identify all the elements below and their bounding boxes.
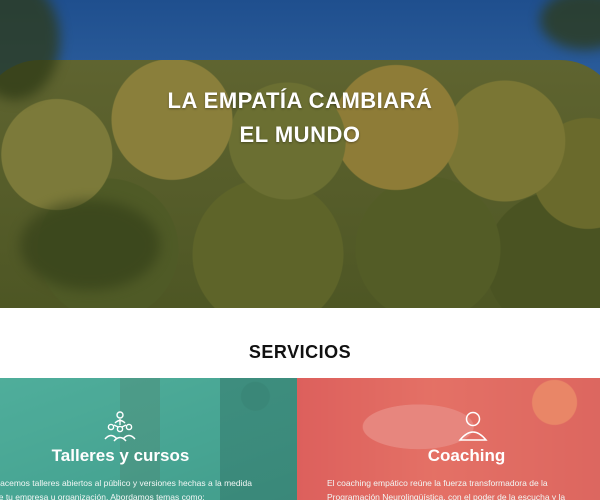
hero-title-line1: LA EMPATÍA CAMBIARÁ [167,88,433,113]
service-card-coaching[interactable]: Coaching El coaching empático reúne la f… [297,378,600,500]
card-description-line: Programación Neurolingüística, con el po… [327,492,566,500]
card-title: Coaching [427,446,506,465]
card-description-line: Hacemos talleres abiertos al público y v… [0,478,252,488]
user-icon [458,411,488,441]
card-description: El coaching empático reúne la fuerza tra… [327,476,565,500]
card-title: Talleres y cursos [51,446,190,465]
card-description-line: El coaching empático reúne la fuerza tra… [327,478,548,488]
card-description: Hacemos talleres abiertos al público y v… [0,476,252,500]
service-card-talleres[interactable]: Talleres y cursos Hacemos talleres abier… [0,378,297,500]
card-description-line: de tu empresa u organización. Abordamos … [0,492,205,500]
hero-title-line2: EL MUNDO [239,122,361,147]
hero-foreground-leaf [20,200,160,290]
hero-banner: LA EMPATÍA CAMBIARÁ EL MUNDO [0,0,600,308]
people-network-icon [104,411,136,442]
services-heading: SERVICIOS [248,342,352,362]
hero-title: LA EMPATÍA CAMBIARÁ EL MUNDO [0,84,600,152]
